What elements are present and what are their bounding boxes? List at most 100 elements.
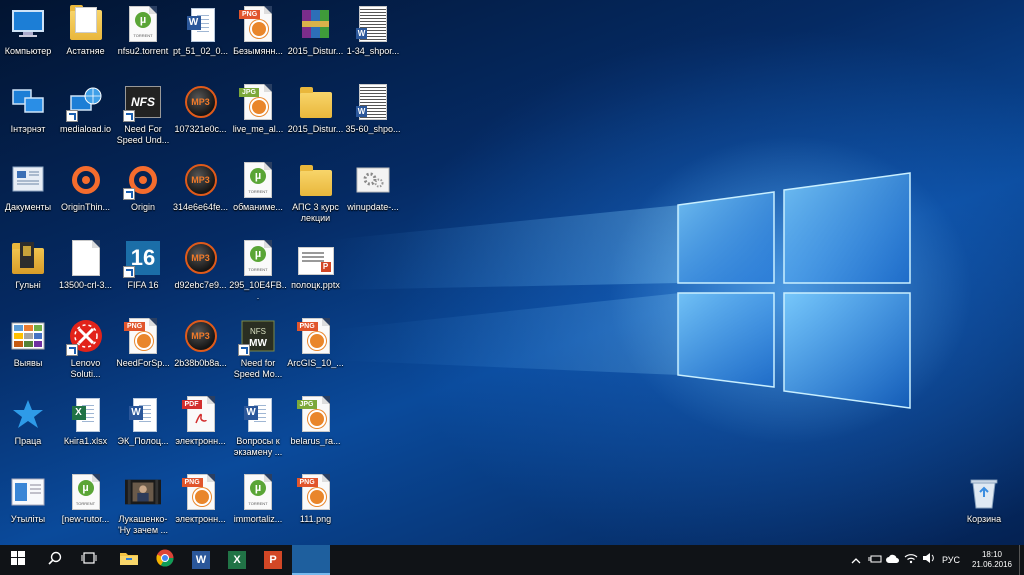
- desktop-icon[interactable]: Утыліты: [0, 473, 57, 525]
- desktop-icon-label: belarus_ra...: [290, 436, 341, 446]
- desktop-icon[interactable]: Origin: [114, 161, 172, 213]
- desktop-icon[interactable]: Лукашенко-'Ну зачем ...: [114, 473, 172, 536]
- desktop-icon[interactable]: PDF электронн...: [172, 395, 230, 447]
- games-icon: [10, 239, 46, 277]
- documents-icon: [10, 161, 46, 199]
- clock[interactable]: 18:10 21.06.2016: [966, 545, 1018, 575]
- desktop-icon[interactable]: Pполоцк.pptx: [287, 239, 345, 291]
- desktop-icon[interactable]: NFS Need For Speed Und...: [114, 83, 172, 146]
- desktop-icon[interactable]: µ TORRENT обманиме...: [229, 161, 287, 213]
- desktop-icon[interactable]: 2015_Distur...: [287, 5, 345, 57]
- desktop-icon[interactable]: MP3 107321e0c...: [172, 83, 230, 135]
- desktop-icon[interactable]: Дакументы: [0, 161, 57, 213]
- desktop-icon-label: 1-34_shpor...: [346, 46, 400, 56]
- file-type-tag: JPG: [296, 400, 317, 409]
- start-button[interactable]: [0, 545, 36, 575]
- desktop-icon[interactable]: Астатняе: [57, 5, 115, 57]
- desktop-icon[interactable]: µ TORRENT immortaliz...: [229, 473, 287, 525]
- recycle-bin-icon: [966, 473, 1002, 511]
- recycle-bin[interactable]: Корзина: [955, 473, 1013, 525]
- show-hidden-icons-button[interactable]: [848, 545, 864, 575]
- desktop-icon[interactable]: MP3 2b38b0b8a...: [172, 317, 230, 369]
- shortcut-arrow-icon: [123, 110, 135, 122]
- task-view-icon: [81, 551, 97, 569]
- desktop-icon[interactable]: PNG ArcGIS_10_...: [287, 317, 345, 369]
- desktop-icon-label: pt_51_02_0...: [172, 46, 229, 56]
- desktop[interactable]: Компьютер Астатняе µ TORRENT nfsu2.torrent Wp…: [0, 0, 1024, 545]
- desktop-icon[interactable]: Праца: [0, 395, 57, 447]
- desktop-icon[interactable]: 2015_Distur...: [287, 83, 345, 135]
- desktop-icon[interactable]: Компьютер: [0, 5, 57, 57]
- chrome-icon: [156, 549, 174, 572]
- shortcut-arrow-icon: [123, 266, 135, 278]
- desktop-icon-label: Need for Speed Mo...: [233, 358, 283, 379]
- desktop-icon-label: Origin: [130, 202, 155, 212]
- desktop-icon[interactable]: X Кніга1.xlsx: [57, 395, 115, 447]
- tray-volume[interactable]: [920, 545, 938, 575]
- desktop-icon[interactable]: PNG Безымянн...: [229, 5, 287, 57]
- mp3-icon: MP3: [183, 317, 219, 355]
- show-desktop-button[interactable]: [1019, 545, 1024, 575]
- torrent-icon: µ TORRENT: [240, 473, 276, 511]
- desktop-icon[interactable]: 16 FIFA 16: [114, 239, 172, 291]
- desktop-icon[interactable]: W ЭК_Полоц...: [114, 395, 172, 447]
- task-view-button[interactable]: [72, 545, 106, 575]
- desktop-icon[interactable]: Гульні: [0, 239, 57, 291]
- tray-network[interactable]: [902, 545, 920, 575]
- desktop-icon[interactable]: PNG электронн...: [172, 473, 230, 525]
- desktop-icon[interactable]: 13500-crl-3...: [57, 239, 115, 291]
- desktop-icon[interactable]: W Вопросы к экзамену ...: [229, 395, 287, 458]
- desktop-icon[interactable]: PNG 111.png: [287, 473, 345, 525]
- desktop-icon[interactable]: АПС 3 курс лекции: [287, 161, 345, 224]
- desktop-icon-label: live_me_al...: [232, 124, 284, 134]
- desktop-icon-label: winupdate-...: [347, 202, 399, 212]
- desktop-icon[interactable]: W 35-60_shpo...: [344, 83, 402, 135]
- shortcut-arrow-icon: [65, 110, 78, 122]
- desktop-icon[interactable]: PNG NeedForSp...: [114, 317, 172, 369]
- desktop-icon[interactable]: MP3 314e6e64fe...: [172, 161, 230, 213]
- desktop-icon[interactable]: µ TORRENT nfsu2.torrent: [114, 5, 172, 57]
- desktop-icon-label: 111.png: [299, 514, 332, 524]
- desktop-icon[interactable]: Інтэрнэт: [0, 83, 57, 135]
- search-button[interactable]: [38, 545, 72, 575]
- taskbar-powerpoint[interactable]: P: [256, 545, 290, 575]
- desktop-icon[interactable]: JPG belarus_ra...: [287, 395, 345, 447]
- word-scan-icon: W: [355, 83, 391, 121]
- desktop-icon[interactable]: OriginThin...: [57, 161, 115, 213]
- desktop-icon[interactable]: Lenovo Soluti...: [57, 317, 115, 380]
- desktop-icon-label: Гульні: [15, 280, 41, 290]
- desktop-icon[interactable]: JPG live_me_al...: [229, 83, 287, 135]
- desktop-icon-label: АПС 3 курс лекции: [292, 202, 339, 223]
- taskbar-word[interactable]: W: [184, 545, 218, 575]
- tray-power[interactable]: [866, 545, 884, 575]
- word-scan-icon: W: [355, 5, 391, 43]
- taskbar-active-window[interactable]: [292, 545, 330, 575]
- desktop-icon[interactable]: µ TORRENT [new-rutor...: [57, 473, 115, 525]
- taskbar-file-explorer[interactable]: [112, 545, 146, 575]
- desktop-icon[interactable]: mediaload.io: [57, 83, 115, 135]
- desktop-icon[interactable]: W 1-34_shpor...: [344, 5, 402, 57]
- folder-icon: [298, 161, 334, 199]
- torrent-icon: µ TORRENT: [240, 239, 276, 277]
- desktop-icon[interactable]: Выявы: [0, 317, 57, 369]
- taskbar-chrome[interactable]: [148, 545, 182, 575]
- desktop-icon[interactable]: Wpt_51_02_0...: [172, 5, 230, 57]
- taskbar-excel[interactable]: X: [220, 545, 254, 575]
- desktop-icon[interactable]: winupdate-...: [344, 161, 402, 213]
- wifi-icon: [904, 551, 918, 569]
- word-icon: W: [240, 395, 276, 433]
- file-type-tag: MP3: [184, 242, 217, 274]
- input-language[interactable]: РУС: [938, 545, 964, 575]
- nfsmw-icon: NFS MW: [238, 317, 276, 356]
- word-icon: W: [192, 551, 210, 569]
- chevron-up-icon: [851, 551, 861, 569]
- tray-onedrive[interactable]: [884, 545, 902, 575]
- desktop-icon[interactable]: µ TORRENT 295_10E4FB...: [229, 239, 287, 302]
- desktop-icon[interactable]: MP3 d92ebc7e9...: [172, 239, 230, 291]
- desktop-icon-label: Дакументы: [4, 202, 52, 212]
- desktop-icon[interactable]: NFS MW Need for Speed Mo...: [229, 317, 287, 380]
- file-type-tag: MP3: [184, 86, 217, 118]
- power-plug-icon: [868, 551, 882, 569]
- desktop-icon-label: 2015_Distur...: [287, 46, 344, 56]
- video-icon: [125, 473, 161, 511]
